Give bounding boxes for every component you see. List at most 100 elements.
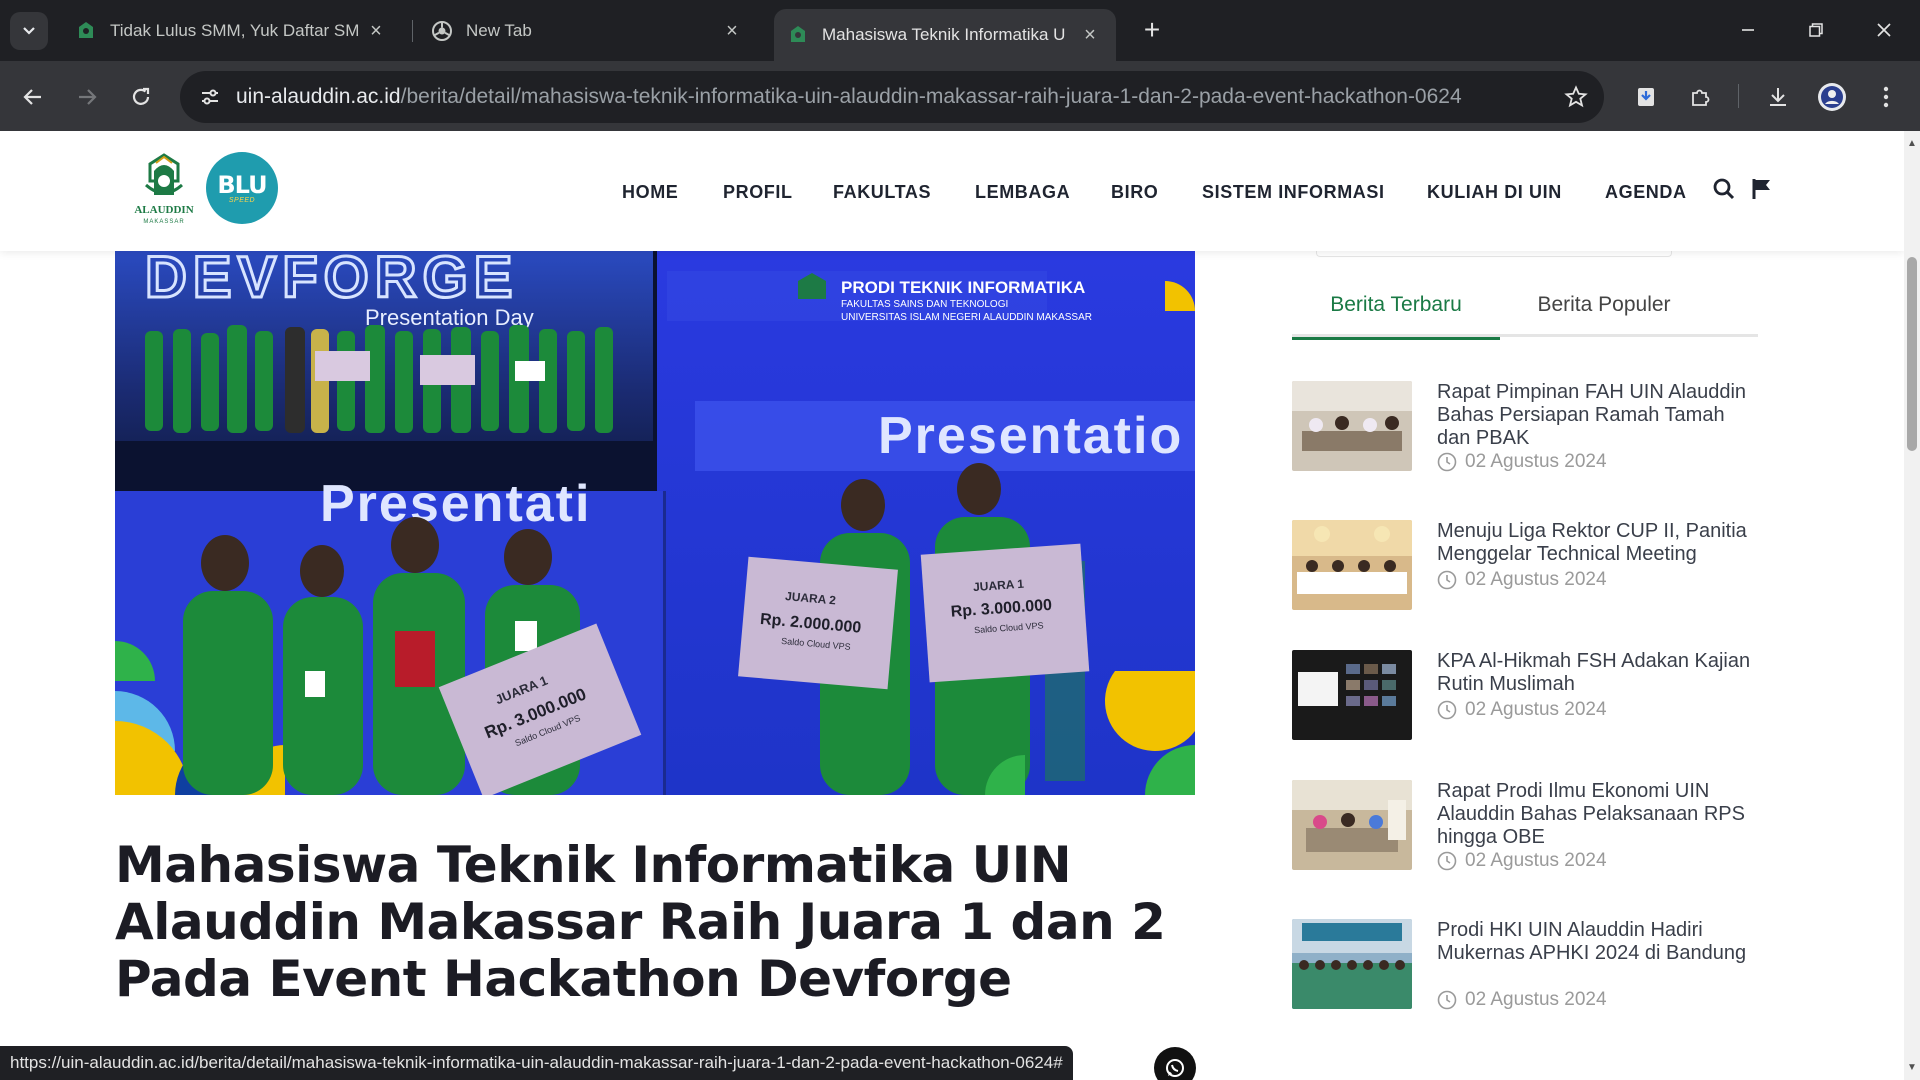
downloads-icon[interactable]	[1758, 77, 1798, 117]
scroll-down-arrow-icon[interactable]: ▼	[1904, 1059, 1920, 1075]
arrow-right-icon	[79, 89, 97, 105]
url-path: /berita/detail/mahasiswa-teknik-informat…	[400, 85, 1462, 108]
hero-prodi-line2: UNIVERSITAS ISLAM NEGERI ALAUDDIN MAKASS…	[841, 312, 1092, 323]
nav-profil[interactable]: PROFIL	[723, 182, 793, 203]
news-title[interactable]: Prodi HKI UIN Alauddin Hadiri Mukernas A…	[1437, 919, 1762, 965]
forward-button[interactable]	[67, 77, 107, 117]
news-thumbnail[interactable]	[1292, 650, 1412, 740]
article-title: Mahasiswa Teknik Informatika UIN Alauddi…	[115, 836, 1166, 1008]
news-list-item[interactable]: KPA Al-Hikmah FSH Adakan Kajian Rutin Mu…	[1292, 650, 1762, 742]
news-thumbnail[interactable]	[1292, 381, 1412, 471]
tab-title: New Tab	[466, 21, 532, 40]
hero-prodi-title: PRODI TEKNIK INFORMATIKA	[841, 278, 1085, 297]
hero-presentation-word-bottom: Presentati	[320, 475, 591, 533]
reload-button[interactable]	[121, 77, 161, 117]
news-date: 02 Agustus 2024	[1437, 569, 1607, 591]
page-scrollbar[interactable]: ▲ ▼	[1904, 131, 1920, 1080]
hero-presentation-day: Presentation Day	[365, 305, 534, 330]
group-photo-students	[145, 325, 613, 433]
tab-title: Mahasiswa Teknik Informatika U	[822, 25, 1066, 44]
logo-text: ALAUDDIN	[134, 204, 193, 216]
news-date-text: 02 Agustus 2024	[1465, 850, 1607, 871]
profile-avatar[interactable]	[1812, 77, 1852, 117]
search-icon[interactable]	[1710, 175, 1738, 203]
news-thumbnail[interactable]	[1292, 919, 1412, 1009]
minimize-button[interactable]	[1726, 12, 1770, 48]
nav-kuliah-di-uin[interactable]: KULIAH DI UIN	[1427, 182, 1562, 203]
close-icon	[1877, 23, 1891, 37]
flag-icon[interactable]	[1748, 175, 1776, 203]
tab-divider	[412, 20, 413, 42]
chevron-down-icon	[23, 27, 35, 35]
news-list-item[interactable]: Menuju Liga Rektor CUP II, Panitia Mengg…	[1292, 520, 1762, 612]
scrollbar-thumb[interactable]	[1907, 257, 1917, 451]
restore-button[interactable]	[1794, 12, 1838, 48]
tab-berita-populer[interactable]: Berita Populer	[1500, 281, 1708, 337]
link-status-bar: https://uin-alauddin.ac.id/berita/detail…	[0, 1046, 1073, 1080]
close-window-button[interactable]	[1862, 12, 1906, 48]
page-viewport: ALAUDDIN MAKASSAR BLU SPEED HOME PROFIL …	[0, 131, 1904, 1080]
news-list-item[interactable]: Rapat Prodi Ilmu Ekonomi UIN Alauddin Ba…	[1292, 780, 1762, 880]
news-date: 02 Agustus 2024	[1437, 989, 1607, 1011]
nav-sistem-informasi[interactable]: SISTEM INFORMASI	[1202, 182, 1385, 203]
blu-logo-text: BLU	[217, 170, 267, 199]
chrome-icon	[432, 21, 452, 41]
site-info-icon[interactable]	[192, 79, 228, 115]
address-bar[interactable]: uin-alauddin.ac.id/berita/detail/mahasis…	[180, 71, 1604, 123]
more-menu-icon[interactable]	[1866, 77, 1906, 117]
blu-logo-subtext: SPEED	[228, 196, 256, 204]
news-thumbnail[interactable]	[1292, 520, 1412, 610]
news-date: 02 Agustus 2024	[1437, 699, 1607, 721]
arrow-left-icon	[23, 89, 41, 105]
logo-subtext: MAKASSAR	[143, 219, 184, 225]
back-button[interactable]	[13, 77, 53, 117]
tab-search-button[interactable]	[10, 12, 48, 50]
news-date-text: 02 Agustus 2024	[1465, 569, 1607, 590]
whatsapp-icon	[1166, 1059, 1184, 1077]
site-header: ALAUDDIN MAKASSAR BLU SPEED HOME PROFIL …	[0, 131, 1904, 251]
sidebar-news-tabs: Berita Terbaru Berita Populer	[1292, 281, 1758, 340]
close-tab-icon[interactable]: ×	[1078, 24, 1102, 47]
news-title[interactable]: Rapat Pimpinan FAH UIN Alauddin Bahas Pe…	[1437, 381, 1762, 450]
close-tab-icon[interactable]: ×	[364, 20, 388, 43]
news-list-item[interactable]: Rapat Pimpinan FAH UIN Alauddin Bahas Pe…	[1292, 381, 1762, 481]
nav-fakultas[interactable]: FAKULTAS	[833, 182, 931, 203]
clock-icon	[1437, 452, 1457, 472]
hero-presentation-word: Presentatio	[878, 407, 1183, 465]
scroll-up-arrow-icon[interactable]: ▲	[1904, 135, 1920, 151]
hero-devforge-banner: DEVFORGE	[145, 251, 519, 310]
nav-lembaga[interactable]: LEMBAGA	[975, 182, 1070, 203]
restore-icon	[1809, 23, 1823, 37]
blu-speed-logo[interactable]: BLU SPEED	[206, 152, 278, 224]
news-date-text: 02 Agustus 2024	[1465, 989, 1607, 1010]
news-date-text: 02 Agustus 2024	[1465, 451, 1607, 472]
news-thumbnail[interactable]	[1292, 780, 1412, 870]
url-text: uin-alauddin.ac.id/berita/detail/mahasis…	[236, 85, 1462, 109]
extension-save-icon[interactable]	[1626, 77, 1666, 117]
toolbar-divider	[1738, 84, 1739, 108]
news-list-item[interactable]: Prodi HKI UIN Alauddin Hadiri Mukernas A…	[1292, 919, 1762, 1019]
tab-berita-terbaru[interactable]: Berita Terbaru	[1292, 281, 1500, 340]
reload-icon	[132, 87, 150, 105]
extensions-puzzle-icon[interactable]	[1680, 77, 1720, 117]
new-tab-button[interactable]: +	[1136, 14, 1168, 46]
close-tab-icon[interactable]: ×	[720, 20, 744, 43]
news-date: 02 Agustus 2024	[1437, 451, 1607, 473]
minimize-icon	[1742, 29, 1754, 31]
news-title[interactable]: Rapat Prodi Ilmu Ekonomi UIN Alauddin Ba…	[1437, 780, 1762, 849]
article-hero-image: Presentatio PRODI TEKNIK INFORMATIKA FAK…	[115, 251, 1195, 795]
nav-home[interactable]: HOME	[622, 182, 678, 203]
browser-tab-strip: Tidak Lulus SMM, Yuk Daftar SM × New Tab…	[0, 0, 1920, 61]
news-title[interactable]: KPA Al-Hikmah FSH Adakan Kajian Rutin Mu…	[1437, 650, 1762, 696]
nav-biro[interactable]: BIRO	[1111, 182, 1158, 203]
tab-new-tab[interactable]: New Tab ×	[418, 9, 758, 53]
clock-icon	[1437, 990, 1457, 1010]
clock-icon	[1437, 700, 1457, 720]
nav-agenda[interactable]: AGENDA	[1605, 182, 1687, 203]
tab-article[interactable]: Mahasiswa Teknik Informatika U ×	[774, 9, 1116, 61]
tab-smm[interactable]: Tidak Lulus SMM, Yuk Daftar SM ×	[62, 9, 402, 53]
bookmark-star-icon[interactable]	[1562, 83, 1590, 111]
tab-title: Tidak Lulus SMM, Yuk Daftar SM	[110, 21, 360, 40]
uin-alauddin-logo[interactable]: ALAUDDIN MAKASSAR	[134, 151, 194, 227]
news-title[interactable]: Menuju Liga Rektor CUP II, Panitia Mengg…	[1437, 520, 1762, 566]
